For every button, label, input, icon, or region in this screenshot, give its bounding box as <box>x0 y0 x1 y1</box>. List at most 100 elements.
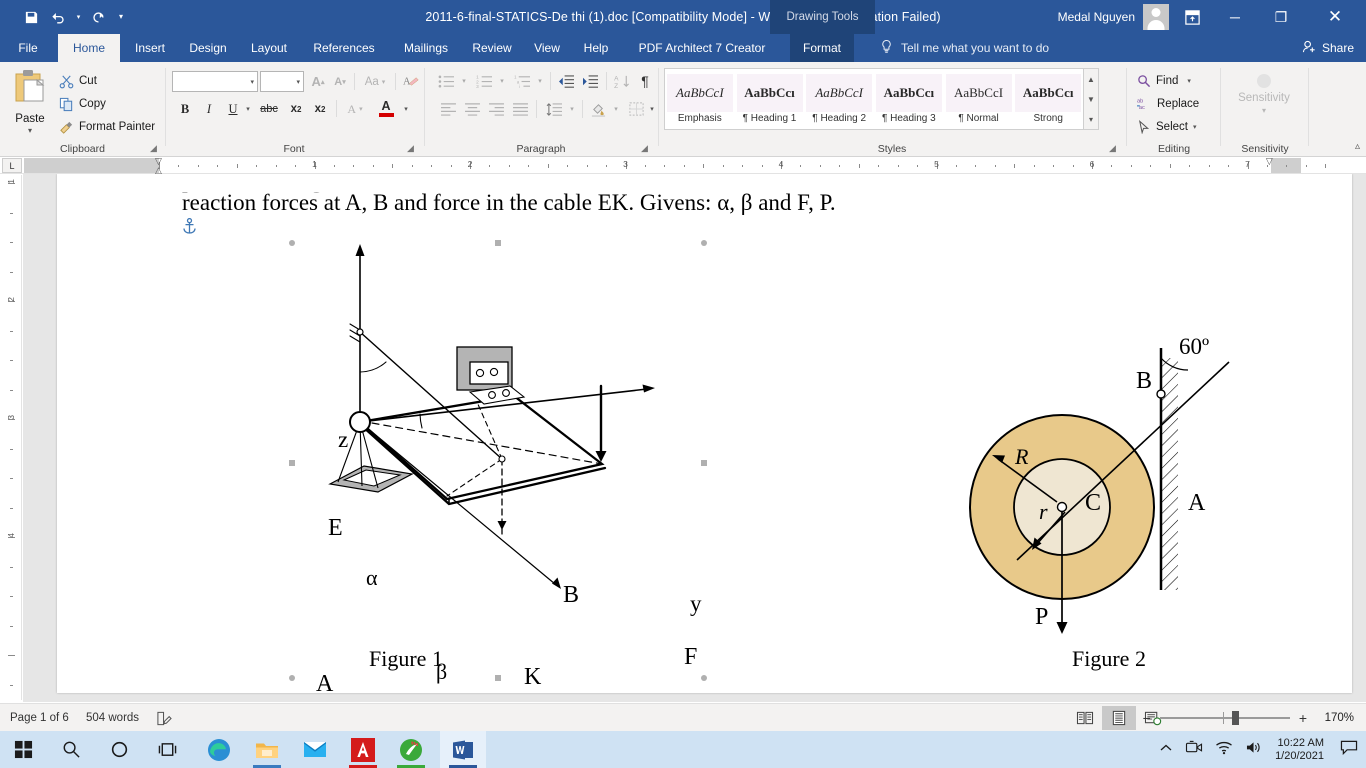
tab-pdf-architect[interactable]: PDF Architect 7 Creator <box>620 34 784 62</box>
word-count[interactable]: 504 words <box>80 704 145 732</box>
bold-button[interactable]: B <box>174 98 196 120</box>
increase-indent-button[interactable] <box>578 70 602 92</box>
ribbon-display-options-icon[interactable] <box>1178 5 1206 29</box>
minimize-button[interactable]: ─ <box>1212 0 1258 34</box>
tab-help[interactable]: Help <box>574 34 618 62</box>
volume-icon[interactable] <box>1245 740 1263 760</box>
word-button[interactable] <box>440 731 486 768</box>
canvas-handle[interactable] <box>701 675 707 681</box>
find-dropdown-icon[interactable]: ▾ <box>1187 77 1191 85</box>
start-button[interactable] <box>0 731 46 768</box>
vertical-ruler[interactable]: 1 2 3 4 <box>2 175 22 700</box>
style-heading-1[interactable]: AaBbCcı ¶ Heading 1 <box>735 69 805 129</box>
zoom-out-button[interactable]: − <box>1143 710 1151 726</box>
font-color-button[interactable]: A <box>372 95 400 121</box>
clock[interactable]: 10:22 AM 1/20/2021 <box>1275 737 1324 763</box>
account-area[interactable]: Medal Nguyen <box>1058 0 1169 34</box>
decrease-indent-button[interactable] <box>554 70 578 92</box>
tab-references[interactable]: References <box>302 34 386 62</box>
borders-dropdown-icon[interactable]: ▾ <box>646 98 658 120</box>
cortana-button[interactable] <box>96 731 142 768</box>
format-painter-button[interactable]: Format Painter <box>56 116 158 138</box>
tab-design[interactable]: Design <box>180 34 236 62</box>
undo-icon[interactable] <box>46 5 72 29</box>
styles-scroll-down-icon[interactable]: ▼ <box>1084 89 1098 109</box>
styles-more-icon[interactable]: ▾ <box>1084 109 1098 129</box>
microsoft-edge-button[interactable] <box>196 731 242 768</box>
bullets-dropdown-icon[interactable]: ▾ <box>458 70 470 92</box>
font-dialog-launcher-icon[interactable]: ◢ <box>407 143 418 154</box>
grow-font-button[interactable]: A ▴ <box>308 71 328 92</box>
style-heading-3[interactable]: AaBbCcı ¶ Heading 3 <box>874 69 944 129</box>
italic-button[interactable]: I <box>198 98 220 120</box>
horizontal-ruler-track[interactable]: 1 2 3 4 5 6 7 ▽ △ ▽ <box>24 156 1342 175</box>
zoom-slider-thumb[interactable] <box>1231 711 1239 725</box>
select-dropdown-icon[interactable]: ▾ <box>1193 123 1197 131</box>
styles-scroll[interactable]: ▲ ▼ ▾ <box>1084 68 1099 130</box>
tab-home[interactable]: Home <box>58 34 120 62</box>
strikethrough-button[interactable]: abc <box>256 98 282 120</box>
tell-me-box[interactable]: Tell me what you want to do <box>880 34 1049 62</box>
page-indicator[interactable]: Page 1 of 6 <box>4 704 75 732</box>
borders-button[interactable] <box>624 98 648 120</box>
task-view-button[interactable] <box>144 731 190 768</box>
font-name-combo[interactable]: ▾ <box>172 71 258 92</box>
line-spacing-button[interactable] <box>542 98 566 120</box>
tab-format[interactable]: Format <box>790 34 854 62</box>
style-normal[interactable]: AaBbCcI ¶ Normal <box>944 69 1014 129</box>
bullets-button[interactable] <box>434 70 458 92</box>
document-area[interactable]: problem 1: ... given ... reaction forces… <box>23 174 1366 702</box>
find-button[interactable]: Find ▾ <box>1134 70 1194 92</box>
styles-scroll-up-icon[interactable]: ▲ <box>1084 69 1098 89</box>
redo-icon[interactable] <box>85 5 111 29</box>
read-mode-button[interactable] <box>1068 706 1102 730</box>
proofing-errors-icon[interactable] <box>150 704 178 732</box>
text-effects-button[interactable]: A ▾ <box>340 98 370 120</box>
style-strong[interactable]: AaBbCcı Strong <box>1013 69 1083 129</box>
zoom-level[interactable]: 170% <box>1316 712 1354 724</box>
clipboard-dialog-launcher-icon[interactable]: ◢ <box>150 143 161 154</box>
action-center-icon[interactable] <box>1336 739 1358 760</box>
zoom-slider[interactable] <box>1159 711 1290 725</box>
print-layout-button[interactable] <box>1102 706 1136 730</box>
canvas-handle[interactable] <box>289 675 295 681</box>
zoom-in-button[interactable]: + <box>1299 710 1307 726</box>
pdf-architect-button[interactable] <box>340 731 386 768</box>
undo-dropdown-icon[interactable]: ▾ <box>74 5 83 29</box>
center-button[interactable] <box>460 98 484 120</box>
tab-stop-selector[interactable]: L <box>2 158 22 173</box>
chevron-down-icon[interactable]: ▾ <box>250 78 254 86</box>
style-heading-2[interactable]: AaBbCcI ¶ Heading 2 <box>804 69 874 129</box>
mail-button[interactable] <box>292 731 338 768</box>
font-size-combo[interactable]: ▾ <box>260 71 304 92</box>
style-emphasis[interactable]: AaBbCcI Emphasis <box>665 69 735 129</box>
paste-button[interactable]: Paste ▾ <box>6 66 54 135</box>
tab-view[interactable]: View <box>524 34 570 62</box>
align-left-button[interactable] <box>436 98 460 120</box>
align-right-button[interactable] <box>484 98 508 120</box>
tab-insert[interactable]: Insert <box>124 34 176 62</box>
styles-dialog-launcher-icon[interactable]: ◢ <box>1109 143 1120 154</box>
file-explorer-button[interactable] <box>244 731 290 768</box>
cut-button[interactable]: Cut <box>56 70 100 92</box>
underline-button[interactable]: U <box>222 98 244 120</box>
meet-now-icon[interactable] <box>1185 740 1203 760</box>
canvas-handle[interactable] <box>289 240 295 246</box>
font-color-dropdown-icon[interactable]: ▾ <box>400 98 412 120</box>
avatar[interactable] <box>1143 4 1169 30</box>
tab-review[interactable]: Review <box>464 34 520 62</box>
shading-dropdown-icon[interactable]: ▾ <box>610 98 622 120</box>
right-indent-marker[interactable]: ▽ <box>1266 156 1273 167</box>
superscript-button[interactable]: x2 <box>308 98 332 120</box>
shading-button[interactable] <box>586 98 610 120</box>
restore-button[interactable]: ❐ <box>1258 0 1304 34</box>
canvas-handle[interactable] <box>495 675 501 681</box>
sort-button[interactable]: AZ <box>610 70 634 92</box>
select-button[interactable]: Select ▾ <box>1134 116 1199 138</box>
numbering-dropdown-icon[interactable]: ▾ <box>496 70 508 92</box>
copy-button[interactable]: Copy <box>56 93 109 115</box>
save-icon[interactable] <box>18 5 44 29</box>
paste-dropdown-icon[interactable]: ▾ <box>6 126 54 135</box>
subscript-button[interactable]: x2 <box>284 98 308 120</box>
chevron-down-icon[interactable]: ▾ <box>296 78 300 86</box>
